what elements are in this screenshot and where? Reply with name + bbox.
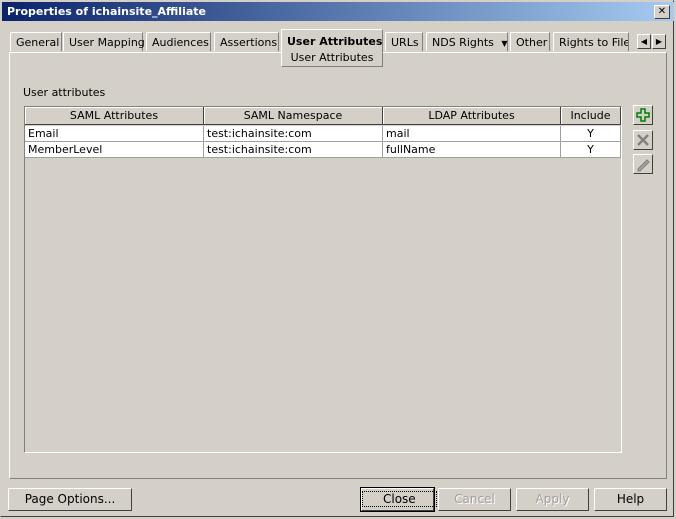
section-label: User attributes bbox=[23, 86, 106, 99]
delete-attribute-button[interactable] bbox=[633, 130, 653, 150]
table-cell[interactable]: MemberLevel bbox=[25, 142, 204, 158]
table-cell[interactable]: Y bbox=[561, 142, 621, 158]
subtab-user-attributes[interactable]: User Attributes bbox=[281, 50, 383, 67]
tab-nds-rights[interactable]: NDS Rights ▼ bbox=[426, 32, 508, 51]
edit-attribute-button[interactable] bbox=[633, 154, 653, 174]
tab-user-mapping[interactable]: User Mapping bbox=[63, 32, 145, 51]
tab-scroll-left-button[interactable]: ◀ bbox=[637, 34, 651, 49]
page-options-button[interactable]: Page Options... bbox=[8, 488, 132, 511]
window-title: Properties of ichainsite_Affiliate bbox=[7, 5, 206, 18]
close-button[interactable]: Close bbox=[360, 487, 437, 512]
tab-other[interactable]: Other bbox=[510, 32, 550, 51]
cancel-button[interactable]: Cancel bbox=[438, 488, 511, 511]
tab-general[interactable]: General bbox=[10, 32, 62, 51]
tab-nds-rights-label: NDS Rights bbox=[432, 36, 494, 49]
close-button-label: Close bbox=[362, 491, 437, 507]
column-header-include[interactable]: Include bbox=[561, 107, 621, 125]
add-icon bbox=[636, 108, 650, 122]
tab-urls[interactable]: URLs bbox=[385, 32, 423, 51]
close-icon: ✕ bbox=[657, 6, 667, 17]
help-button[interactable]: Help bbox=[594, 488, 667, 511]
table-cell[interactable]: mail bbox=[383, 126, 561, 142]
column-header-saml-namespace[interactable]: SAML Namespace bbox=[204, 107, 383, 125]
column-header-ldap-attributes[interactable]: LDAP Attributes bbox=[383, 107, 561, 125]
table-cell[interactable]: test:ichainsite:com bbox=[204, 142, 383, 158]
table-cell[interactable]: fullName bbox=[383, 142, 561, 158]
close-window-button[interactable]: ✕ bbox=[654, 5, 670, 19]
attributes-table bbox=[24, 106, 622, 453]
edit-icon bbox=[637, 159, 650, 172]
tab-assertions[interactable]: Assertions bbox=[214, 32, 279, 51]
table-cell[interactable]: Email bbox=[25, 126, 204, 142]
tab-rights-to-files[interactable]: Rights to Files bbox=[553, 32, 629, 51]
table-cell[interactable]: test:ichainsite:com bbox=[204, 126, 383, 142]
arrow-right-icon: ▶ bbox=[655, 37, 663, 46]
title-bar: Properties of ichainsite_Affiliate ✕ bbox=[2, 2, 674, 21]
column-header-saml-attributes[interactable]: SAML Attributes bbox=[25, 107, 204, 125]
apply-button[interactable]: Apply bbox=[516, 488, 589, 511]
tab-audiences[interactable]: Audiences bbox=[146, 32, 211, 51]
tab-scroll-right-button[interactable]: ▶ bbox=[652, 34, 666, 49]
add-attribute-button[interactable] bbox=[633, 105, 653, 125]
arrow-left-icon: ◀ bbox=[640, 37, 648, 46]
dropdown-arrow-icon: ▼ bbox=[501, 39, 508, 48]
delete-icon bbox=[637, 134, 649, 146]
table-cell[interactable]: Y bbox=[561, 126, 621, 142]
